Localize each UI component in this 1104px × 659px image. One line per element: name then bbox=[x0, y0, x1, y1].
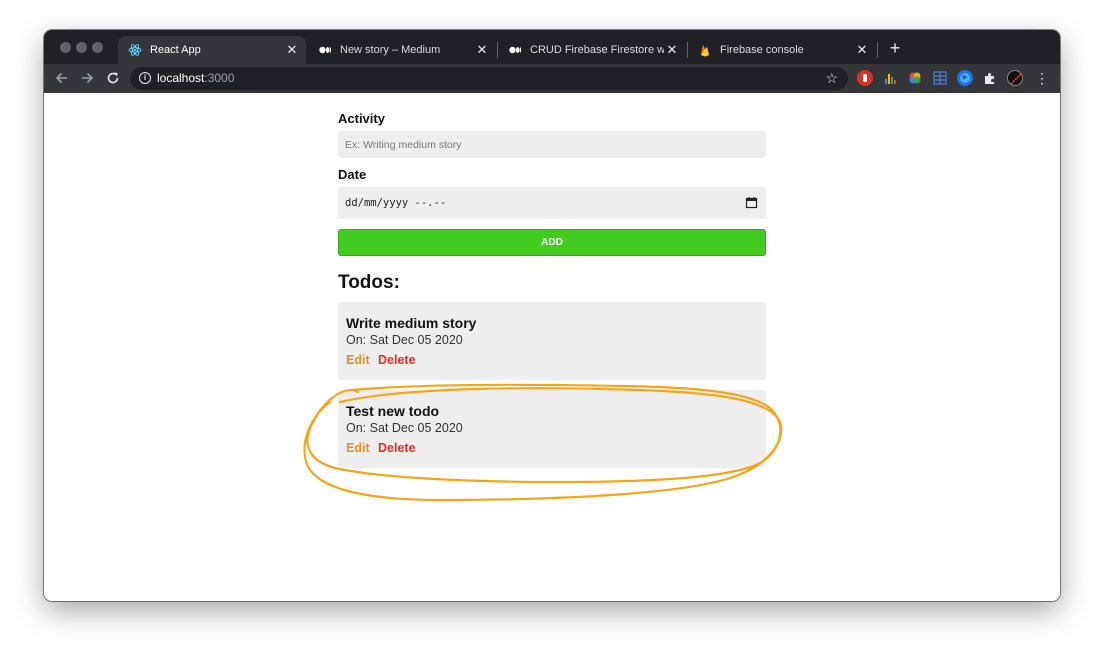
extension-grid-icon[interactable] bbox=[932, 70, 948, 86]
todo-title: Write medium story bbox=[346, 315, 477, 331]
tab-strip: React App ✕ New story – Medium ✕ CRUD Fi… bbox=[44, 30, 1060, 64]
todo-date: On: Sat Dec 05 2020 bbox=[346, 421, 463, 435]
medium-logo-icon bbox=[318, 43, 332, 57]
tab-close-icon[interactable]: ✕ bbox=[854, 42, 870, 58]
todo-title: Test new todo bbox=[346, 403, 440, 419]
avatar[interactable] bbox=[1007, 70, 1023, 86]
date-label: Date bbox=[338, 167, 367, 182]
extension-color-wheel-icon[interactable] bbox=[907, 70, 923, 86]
window-close-dot[interactable] bbox=[60, 42, 71, 53]
todo-card: Test new todo On: Sat Dec 05 2020 Edit D… bbox=[338, 390, 766, 468]
url-text: localhost:3000 bbox=[157, 71, 234, 86]
tab-title: Firebase console bbox=[720, 44, 804, 56]
site-info-icon[interactable]: i bbox=[139, 72, 151, 84]
forward-arrow-icon[interactable] bbox=[78, 69, 96, 87]
back-arrow-icon[interactable] bbox=[53, 69, 71, 87]
todos-heading: Todos: bbox=[338, 272, 400, 293]
todo-date: On: Sat Dec 05 2020 bbox=[346, 333, 463, 347]
new-tab-button[interactable]: + bbox=[886, 39, 904, 57]
delete-button[interactable]: Delete bbox=[378, 441, 416, 455]
tab-title: New story – Medium bbox=[340, 44, 441, 56]
tab-medium-new-story[interactable]: New story – Medium ✕ bbox=[308, 36, 496, 64]
page-content: Activity Ex: Writing medium story Date d… bbox=[44, 93, 1060, 601]
window-zoom-dot[interactable] bbox=[92, 42, 103, 53]
edit-button[interactable]: Edit bbox=[346, 353, 370, 367]
activity-input[interactable]: Ex: Writing medium story bbox=[338, 131, 766, 158]
browser-window: React App ✕ New story – Medium ✕ CRUD Fi… bbox=[44, 30, 1060, 601]
tab-title: CRUD Firebase Firestore with R bbox=[530, 44, 664, 56]
react-logo-icon bbox=[128, 43, 142, 57]
more-menu-icon[interactable]: ⋮ bbox=[1033, 69, 1051, 87]
reload-icon[interactable] bbox=[104, 69, 122, 87]
tab-close-icon[interactable]: ✕ bbox=[284, 42, 300, 58]
edit-button[interactable]: Edit bbox=[346, 441, 370, 455]
window-minimize-dot[interactable] bbox=[76, 42, 87, 53]
firebase-flame-icon bbox=[698, 43, 712, 57]
address-bar[interactable]: i localhost:3000 ☆ bbox=[130, 67, 848, 90]
extension-bar-chart-icon[interactable] bbox=[882, 70, 898, 86]
url-port: :3000 bbox=[204, 71, 235, 85]
tab-react-app[interactable]: React App ✕ bbox=[118, 36, 306, 64]
tab-close-icon[interactable]: ✕ bbox=[664, 42, 680, 58]
tab-crud-firebase[interactable]: CRUD Firebase Firestore with R ✕ bbox=[498, 36, 686, 64]
extension-red-hand-icon[interactable] bbox=[857, 70, 873, 86]
tab-title: React App bbox=[150, 44, 201, 56]
bookmark-star-icon[interactable]: ☆ bbox=[825, 70, 838, 86]
url-host: localhost bbox=[157, 71, 205, 85]
delete-button[interactable]: Delete bbox=[378, 353, 416, 367]
date-input[interactable]: dd/mm/yyyy --.-- bbox=[338, 187, 766, 219]
todo-card: Write medium story On: Sat Dec 05 2020 E… bbox=[338, 302, 766, 380]
tab-firebase-console[interactable]: Firebase console ✕ bbox=[688, 36, 876, 64]
date-placeholder: dd/mm/yyyy --.-- bbox=[345, 197, 447, 209]
browser-toolbar: i localhost:3000 ☆ ⋮ bbox=[44, 64, 1060, 93]
calendar-icon[interactable] bbox=[745, 196, 758, 214]
activity-label: Activity bbox=[338, 111, 385, 126]
add-button[interactable]: ADD bbox=[338, 229, 766, 256]
tab-close-icon[interactable]: ✕ bbox=[474, 42, 490, 58]
medium-logo-icon bbox=[508, 43, 522, 57]
activity-placeholder: Ex: Writing medium story bbox=[345, 139, 462, 151]
extensions-puzzle-icon[interactable] bbox=[982, 70, 998, 86]
tab-separator bbox=[877, 42, 878, 58]
extension-globe-icon[interactable] bbox=[957, 70, 973, 86]
